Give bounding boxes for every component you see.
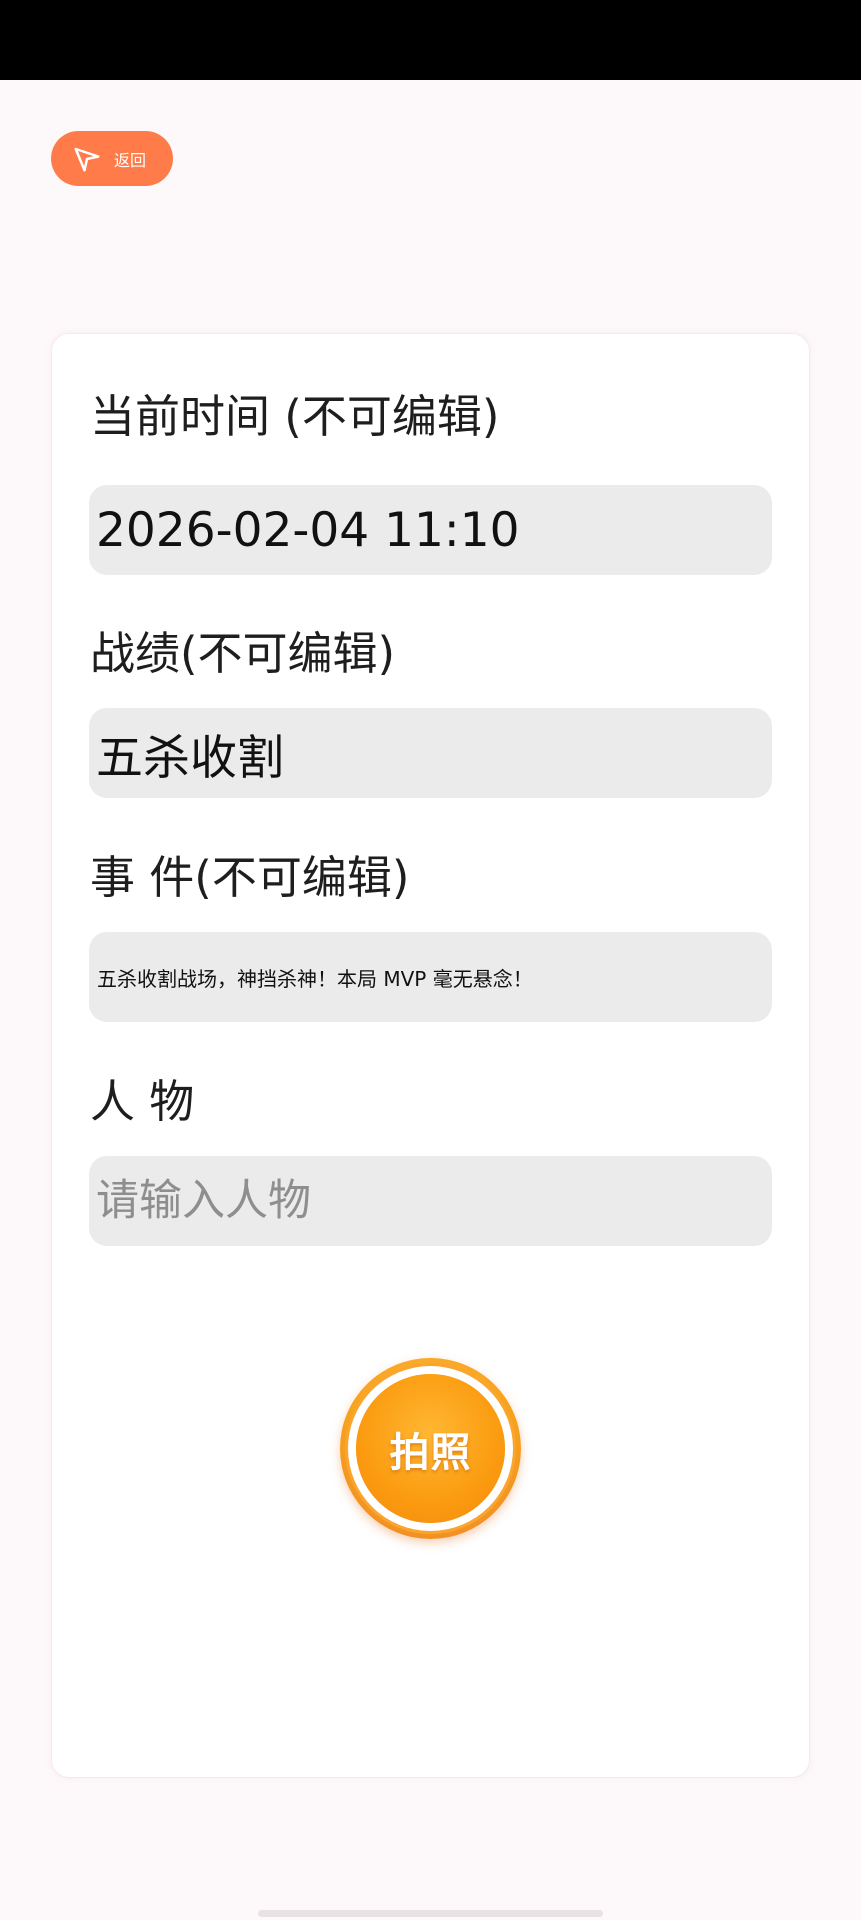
take-photo-label: 拍照 [389,1429,472,1476]
record-value: 五杀收割 [96,730,284,786]
person-field[interactable] [89,1156,772,1246]
person-label: 人 物 [90,1075,195,1128]
record-label: 战绩(不可编辑) [90,627,396,680]
back-button[interactable]: 返回 [51,131,173,186]
status-bar [0,0,861,80]
time-field: 2026-02-04 11:10 [89,485,772,575]
home-indicator [258,1910,603,1917]
record-field: 五杀收割 [89,708,772,798]
take-photo-button[interactable]: 拍照 [340,1358,521,1539]
time-value: 2026-02-04 11:10 [96,502,520,558]
time-label: 当前时间 (不可编辑) [90,390,500,443]
event-field: 五杀收割战场，神挡杀神！本局 MVP 毫无悬念！ [89,932,772,1022]
event-label: 事 件(不可编辑) [90,851,410,904]
person-input[interactable] [96,1176,772,1226]
back-button-label: 返回 [114,150,147,170]
event-value: 五杀收割战场，神挡杀神！本局 MVP 毫无悬念！ [97,966,533,991]
take-photo-inner: 拍照 [356,1374,505,1523]
send-arrow-icon [71,143,103,175]
